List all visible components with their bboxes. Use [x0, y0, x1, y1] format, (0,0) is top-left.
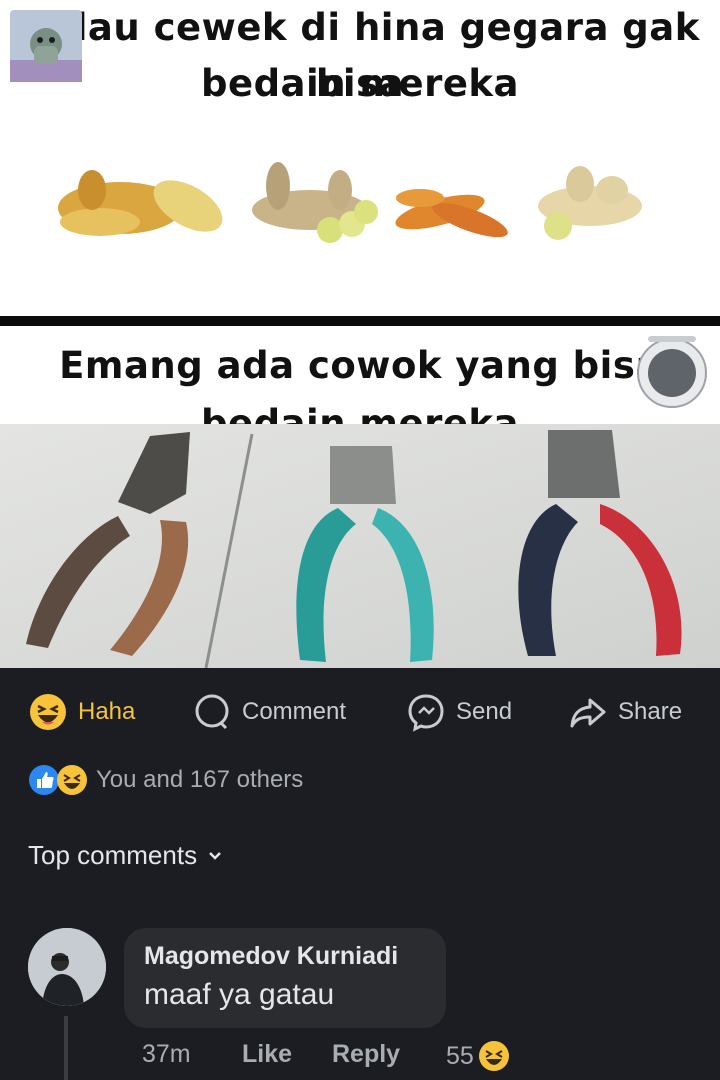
comment-time[interactable]: 37m — [142, 1040, 191, 1069]
messenger-icon — [406, 692, 446, 732]
share-arrow-icon — [568, 692, 608, 732]
root-ginger — [252, 162, 378, 243]
comment-icon — [192, 692, 232, 732]
comment-text: maaf ya gatau — [144, 978, 335, 1011]
reactions-summary[interactable]: You and 167 others — [28, 764, 303, 796]
meme-panel-top: Kalau cewek di hina gegara gak bisa beda… — [0, 0, 720, 318]
send-button[interactable]: Send — [406, 692, 512, 732]
chevron-down-icon — [207, 840, 223, 871]
comment-reply-button[interactable]: Reply — [332, 1040, 400, 1069]
root-galangal — [58, 170, 223, 236]
comment-author[interactable]: Magomedov Kurniadi — [144, 942, 398, 971]
panel-divider — [0, 316, 720, 326]
pliers-photo — [0, 424, 720, 668]
reply-thread-line — [64, 1016, 68, 1080]
share-label: Share — [618, 698, 683, 725]
comment-label: Comment — [242, 698, 347, 725]
top-comments-label: Top comments — [28, 840, 198, 870]
haha-label: Haha — [78, 698, 136, 725]
haha-emoji-icon — [28, 692, 68, 732]
bottom-caption-line1: Emang ada cowok yang bisa — [59, 344, 661, 387]
share-button[interactable]: Share — [568, 692, 682, 732]
send-label: Send — [456, 698, 513, 725]
comment-button[interactable]: Comment — [192, 692, 346, 732]
haha-button[interactable]: Haha — [28, 692, 135, 732]
top-comments-filter[interactable]: Top comments — [28, 840, 223, 871]
comment-reactions[interactable]: 55 — [446, 1040, 510, 1072]
comment-reaction-count: 55 — [446, 1041, 474, 1070]
reactions-count-text: You and 167 others — [96, 766, 304, 793]
root-turmeric — [395, 189, 508, 238]
avatar[interactable] — [28, 928, 106, 1006]
post-image[interactable]: Kalau cewek di hina gegara gak bisa beda… — [0, 0, 720, 668]
haha-reaction-small-icon — [478, 1040, 510, 1072]
roots-illustration — [58, 162, 642, 243]
comment-like-button[interactable]: Like — [242, 1040, 292, 1069]
haha-reaction-icon — [56, 764, 88, 796]
watermark-stamp — [634, 336, 710, 410]
top-caption-line2: bedain mereka — [200, 62, 519, 105]
watermark-logo — [10, 10, 82, 82]
root-kencur — [538, 166, 642, 240]
